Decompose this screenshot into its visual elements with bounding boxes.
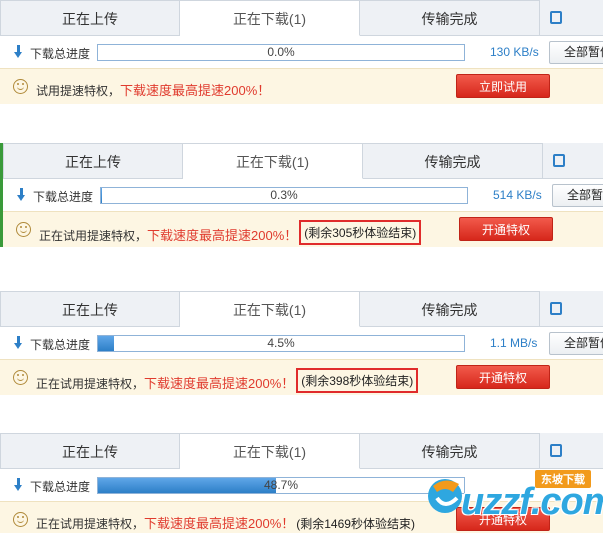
progress-row: 下载总进度 0.3% 514 KB/s 全部暂停 bbox=[3, 179, 603, 211]
pause-all-button[interactable]: 全部暂停 bbox=[549, 332, 603, 355]
progress-label: 下载总进度 bbox=[30, 480, 91, 494]
panel-icon bbox=[553, 154, 565, 167]
smile-icon bbox=[13, 79, 28, 94]
promo-text: 正在试用提速特权，下载速度最高提速200%！ (剩余1469秒体验结束) bbox=[36, 513, 415, 532]
progress-percent: 0.0% bbox=[267, 45, 295, 59]
pause-all-button[interactable]: 全部暂停 bbox=[552, 184, 603, 207]
promo-highlight: 下载速度最高提速200%！ bbox=[144, 516, 295, 531]
promo-text: 正在试用提速特权，下载速度最高提速200%！ (剩余398秒体验结束) bbox=[36, 368, 419, 395]
smile-icon bbox=[13, 512, 28, 527]
download-panel-2: 正在上传 正在下载(1) 传输完成 下载总进度 0.3% 514 KB/s 全部… bbox=[0, 143, 603, 247]
progress-label: 下载总进度 bbox=[30, 47, 91, 61]
promo-text: 试用提速特权，下载速度最高提速200%！ bbox=[36, 80, 270, 99]
watermark: uzzf.com 东坡下载 bbox=[425, 468, 603, 530]
download-speed: 130 KB/s bbox=[490, 45, 539, 59]
promo-row: 试用提速特权，下载速度最高提速200%！ 立即试用 bbox=[0, 68, 603, 104]
download-speed: 514 KB/s bbox=[493, 188, 542, 202]
activate-privilege-button[interactable]: 开通特权 bbox=[459, 217, 553, 241]
tab-extra[interactable] bbox=[543, 143, 603, 179]
panel-icon bbox=[550, 444, 562, 457]
tab-bar: 正在上传 正在下载(1) 传输完成 bbox=[0, 0, 603, 36]
tab-bar: 正在上传 正在下载(1) 传输完成 bbox=[3, 143, 603, 179]
smile-icon bbox=[16, 222, 31, 237]
tab-extra[interactable] bbox=[540, 433, 603, 469]
panel-icon bbox=[550, 11, 562, 24]
remaining-time-highlighted: (剩余398秒体验结束) bbox=[296, 368, 419, 393]
tab-uploading[interactable]: 正在上传 bbox=[0, 0, 180, 36]
watermark-badge: 东坡下载 bbox=[535, 470, 591, 488]
progress-percent: 4.5% bbox=[267, 336, 295, 350]
download-panel-1: 正在上传 正在下载(1) 传输完成 下载总进度 0.0% 130 KB/s 全部… bbox=[0, 0, 603, 104]
progress-label: 下载总进度 bbox=[33, 190, 94, 204]
promo-highlight: 下载速度最高提速200%！ bbox=[147, 228, 298, 243]
progress-bar: 0.0% bbox=[97, 44, 465, 61]
remaining-time-highlighted: (剩余305秒体验结束) bbox=[299, 220, 422, 245]
tab-extra[interactable] bbox=[540, 291, 603, 327]
try-now-button[interactable]: 立即试用 bbox=[456, 74, 550, 98]
tab-downloading[interactable]: 正在下载(1) bbox=[180, 291, 360, 327]
progress-bar: 0.3% bbox=[100, 187, 468, 204]
tab-bar: 正在上传 正在下载(1) 传输完成 bbox=[0, 433, 603, 469]
progress-percent: 48.7% bbox=[263, 478, 299, 492]
download-arrow-icon bbox=[14, 478, 24, 492]
progress-bar: 4.5% bbox=[97, 335, 465, 352]
promo-highlight: 下载速度最高提速200%！ bbox=[120, 83, 271, 98]
progress-bar: 48.7% bbox=[97, 477, 465, 494]
tab-completed[interactable]: 传输完成 bbox=[363, 143, 543, 179]
promo-row: 正在试用提速特权，下载速度最高提速200%！ (剩余398秒体验结束) 开通特权 bbox=[0, 359, 603, 395]
tab-completed[interactable]: 传输完成 bbox=[360, 0, 540, 36]
tab-extra[interactable] bbox=[540, 0, 603, 36]
progress-label: 下载总进度 bbox=[30, 338, 91, 352]
progress-percent: 0.3% bbox=[270, 188, 298, 202]
smile-icon bbox=[13, 370, 28, 385]
tab-uploading[interactable]: 正在上传 bbox=[0, 433, 180, 469]
tab-downloading[interactable]: 正在下载(1) bbox=[180, 0, 360, 36]
promo-text: 正在试用提速特权，下载速度最高提速200%！ (剩余305秒体验结束) bbox=[39, 220, 422, 247]
promo-prefix: 正在试用提速特权， bbox=[39, 229, 148, 243]
promo-prefix: 正在试用提速特权， bbox=[36, 517, 145, 531]
promo-highlight: 下载速度最高提速200%！ bbox=[144, 376, 295, 391]
progress-row: 下载总进度 4.5% 1.1 MB/s 全部暂停 bbox=[0, 327, 603, 359]
pause-all-button[interactable]: 全部暂停 bbox=[549, 41, 603, 64]
tab-downloading[interactable]: 正在下载(1) bbox=[183, 143, 363, 179]
download-panel-3: 正在上传 正在下载(1) 传输完成 下载总进度 4.5% 1.1 MB/s 全部… bbox=[0, 291, 603, 395]
tab-completed[interactable]: 传输完成 bbox=[360, 291, 540, 327]
download-arrow-icon bbox=[17, 188, 27, 202]
promo-row: 正在试用提速特权，下载速度最高提速200%！ (剩余305秒体验结束) 开通特权 bbox=[3, 211, 603, 247]
remaining-time: (剩余1469秒体验结束) bbox=[296, 517, 415, 531]
download-speed: 1.1 MB/s bbox=[490, 336, 538, 350]
tab-uploading[interactable]: 正在上传 bbox=[3, 143, 183, 179]
tab-completed[interactable]: 传输完成 bbox=[360, 433, 540, 469]
progress-row: 下载总进度 0.0% 130 KB/s 全部暂停 bbox=[0, 36, 603, 68]
tab-uploading[interactable]: 正在上传 bbox=[0, 291, 180, 327]
panel-icon bbox=[550, 302, 562, 315]
promo-prefix: 试用提速特权， bbox=[36, 84, 121, 98]
tab-bar: 正在上传 正在下载(1) 传输完成 bbox=[0, 291, 603, 327]
download-arrow-icon bbox=[14, 45, 24, 59]
download-arrow-icon bbox=[14, 336, 24, 350]
activate-privilege-button[interactable]: 开通特权 bbox=[456, 365, 550, 389]
promo-prefix: 正在试用提速特权， bbox=[36, 377, 145, 391]
tab-downloading[interactable]: 正在下载(1) bbox=[180, 433, 360, 469]
